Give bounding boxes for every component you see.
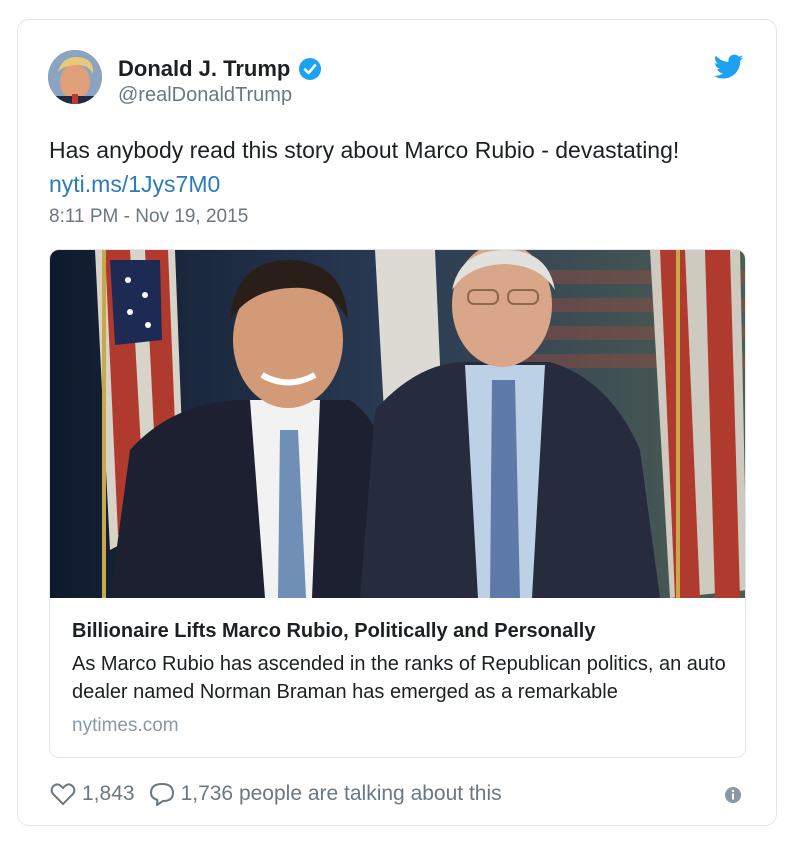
conversation-button[interactable]: 1,736 people are talking about this <box>149 782 502 806</box>
tweet-link[interactable]: nyti.ms/1Jys7M0 <box>49 167 749 201</box>
display-name[interactable]: Donald J. Trump <box>118 56 290 82</box>
card-photo[interactable] <box>50 250 745 598</box>
conversation-text: 1,736 people are talking about this <box>180 782 502 805</box>
card-domain: nytimes.com <box>72 715 179 736</box>
tweet-text: Has anybody read this story about Marco … <box>49 133 749 201</box>
heart-icon <box>50 783 76 806</box>
tweet-footer: 1,843 1,736 people are talking about thi… <box>50 779 746 809</box>
like-count: 1,843 <box>82 782 135 805</box>
avatar[interactable] <box>48 50 102 104</box>
card-description: As Marco Rubio has ascended in the ranks… <box>72 653 726 703</box>
tweet-body: Has anybody read this story about Marco … <box>49 137 680 163</box>
card-title[interactable]: Billionaire Lifts Marco Rubio, Political… <box>72 620 595 643</box>
twitter-bird-icon[interactable] <box>713 54 744 80</box>
tweet-embed[interactable]: Donald J. Trump @realDonaldTrump Has any… <box>17 19 777 826</box>
info-icon[interactable] <box>724 786 742 804</box>
tweet-header: Donald J. Trump @realDonaldTrump <box>48 50 746 110</box>
timestamp[interactable]: 8:11 PM - Nov 19, 2015 <box>49 206 248 228</box>
handle[interactable]: @realDonaldTrump <box>118 84 322 107</box>
like-button[interactable]: 1,843 <box>50 782 135 806</box>
verified-badge-icon <box>298 57 322 81</box>
author-block[interactable]: Donald J. Trump @realDonaldTrump <box>118 56 322 107</box>
link-preview-card[interactable]: Billionaire Lifts Marco Rubio, Political… <box>49 249 746 758</box>
speech-bubble-icon <box>149 783 174 806</box>
